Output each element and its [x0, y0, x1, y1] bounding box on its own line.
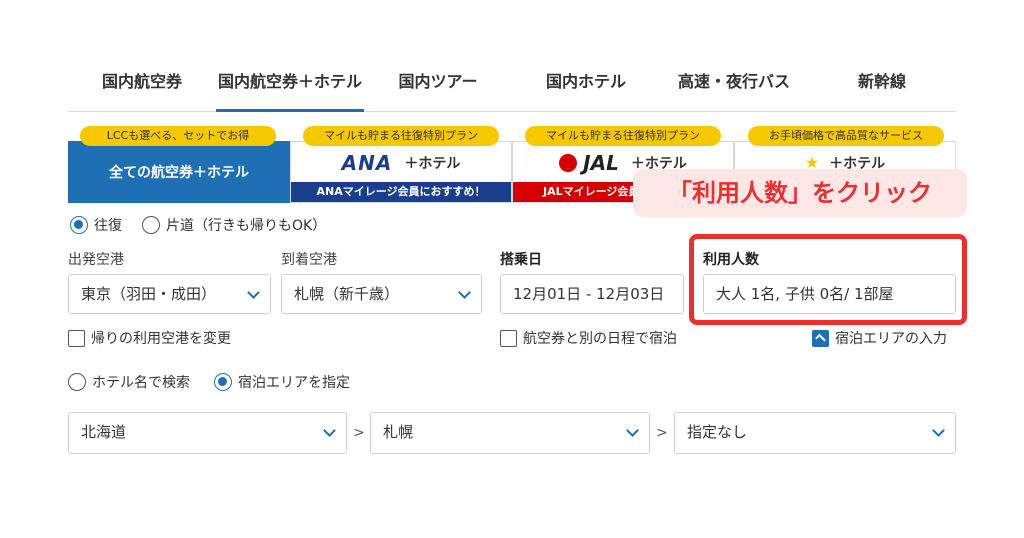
- instruction-callout: 「利用人数」をクリック: [633, 169, 967, 217]
- radio-unselected-icon: [68, 373, 86, 391]
- plan-label: 全ての航空券＋ホテル: [109, 165, 249, 181]
- area-separator: >: [656, 425, 668, 441]
- city-select[interactable]: 札幌: [370, 412, 650, 454]
- departure-label: 出発空港: [68, 252, 124, 268]
- radio-one-way[interactable]: 片道（行きも帰りもOK）: [142, 215, 326, 235]
- district-select[interactable]: 指定なし: [674, 412, 956, 454]
- tab-domestic-tours[interactable]: 国内ツアー: [364, 60, 512, 111]
- tab-flight-hotel[interactable]: 国内航空券＋ホテル: [216, 60, 364, 112]
- plan-badge: マイルも貯まる往復特別プラン: [303, 126, 499, 146]
- stay-area-checkbox[interactable]: 宿泊エリアの入力: [812, 328, 947, 348]
- arrival-label: 到着空港: [281, 252, 337, 268]
- chevron-down-icon: [458, 286, 471, 299]
- radio-round-trip[interactable]: 往復: [70, 215, 122, 235]
- pax-highlight-frame: [689, 234, 967, 325]
- return-airport-checkbox[interactable]: 帰りの利用空港を変更: [68, 328, 231, 348]
- tab-domestic-flights[interactable]: 国内航空券: [68, 60, 216, 111]
- plan-note: ANAマイレージ会員におすすめ！: [291, 182, 511, 202]
- radio-selected-icon: [214, 373, 232, 391]
- date-label: 搭乗日: [500, 252, 542, 268]
- radio-hotel-by-area[interactable]: 宿泊エリアを指定: [214, 372, 350, 392]
- date-range-field[interactable]: 12月01日 - 12月03日: [500, 274, 684, 314]
- radio-selected-icon: [70, 216, 88, 234]
- checkbox-icon: [68, 329, 85, 347]
- departure-airport-select[interactable]: 東京（羽田・成田）: [68, 274, 271, 314]
- chevron-down-icon: [932, 424, 945, 437]
- chevron-down-icon: [247, 286, 260, 299]
- radio-hotel-by-name[interactable]: ホテル名で検索: [68, 372, 190, 392]
- arrival-airport-select[interactable]: 札幌（新千歳）: [281, 274, 482, 314]
- area-separator: >: [353, 425, 365, 441]
- separate-dates-checkbox[interactable]: 航空券と別の日程で宿泊: [500, 328, 677, 348]
- jal-logo: JAL: [583, 150, 619, 175]
- radio-unselected-icon: [142, 216, 160, 234]
- product-tabs: 国内航空券 国内航空券＋ホテル 国内ツアー 国内ホテル 高速・夜行バス 新幹線: [68, 60, 956, 112]
- tab-shinkansen[interactable]: 新幹線: [808, 60, 956, 111]
- plan-label: ＋ホテル: [404, 155, 461, 172]
- plan-badge: LCCも選べる、セットでお得: [80, 126, 276, 146]
- ana-logo: ANA: [341, 150, 393, 175]
- checkbox-icon: [500, 329, 517, 347]
- plan-badge: お手頃価格で高品質なサービス: [748, 126, 944, 146]
- jal-crane-icon: [559, 153, 578, 172]
- plan-all-flights-hotel[interactable]: 全ての航空券＋ホテル: [68, 141, 290, 203]
- tab-buses[interactable]: 高速・夜行バス: [660, 60, 808, 111]
- plan-ana-hotel[interactable]: ANA ＋ホテル ANAマイレージ会員におすすめ！: [290, 141, 512, 203]
- tab-domestic-hotels[interactable]: 国内ホテル: [512, 60, 660, 111]
- plan-badge: マイルも貯まる往復特別プラン: [525, 126, 721, 146]
- checkbox-checked-icon: [812, 329, 829, 347]
- region-select[interactable]: 北海道: [68, 412, 347, 454]
- chevron-down-icon: [626, 424, 639, 437]
- chevron-down-icon: [323, 424, 336, 437]
